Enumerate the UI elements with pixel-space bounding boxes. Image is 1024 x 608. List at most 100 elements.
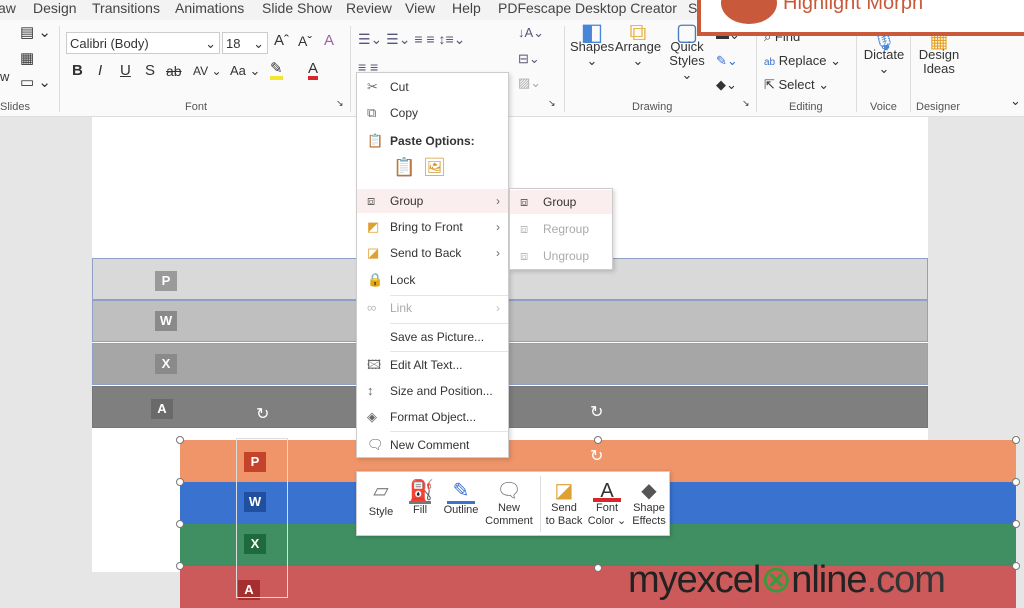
style-button[interactable]: ▱ Style [363,476,399,519]
resize-handle[interactable] [176,520,184,528]
menu-item-bring-to-front[interactable]: ◩ Bring to Front › [357,215,508,239]
shapes-button[interactable]: ◧ Shapes ⌄ [570,21,614,68]
arrange-button[interactable]: ⧉ Arrange ⌄ [614,21,662,68]
tab-slide-show[interactable]: Slide Show [262,0,332,16]
tab-pdfescape[interactable]: PDFescape Desktop Creator [498,0,677,16]
paste-options-label: 📋 Paste Options: [357,129,508,153]
new-slide-partial[interactable]: w [0,70,9,84]
menu-item-edit-alt-text[interactable]: 🖾 Edit Alt Text... [357,353,508,377]
italic-button[interactable]: I [98,63,102,78]
tab-view[interactable]: View [405,0,435,16]
menu-item-lock[interactable]: 🔒 Lock [357,268,508,292]
resize-handle[interactable] [1012,562,1020,570]
select-button[interactable]: ⇱ Select ⌄ [764,78,829,92]
drawing-dialog-launcher-icon[interactable]: ↘ [742,96,750,110]
replace-button[interactable]: ab Replace ⌄ [764,54,841,70]
font-color-button[interactable]: A Font Color ⌄ [587,476,627,528]
watermark-logo: myexcel⊗nline.com [628,559,946,601]
paste-keep-text-icon[interactable]: 📋 [393,157,415,178]
gray-band-word[interactable]: W [92,300,928,342]
shape-effects-icon[interactable]: ◆⌄ [716,78,737,92]
bring-front-icon: ◩ [367,219,380,234]
resize-handle[interactable] [1012,478,1020,486]
highlight-color-icon[interactable]: ✎ [270,61,283,80]
bold-button[interactable]: B [72,63,83,78]
fill-button[interactable]: ⛽ Fill [403,476,437,517]
strikethrough-button[interactable]: ab [166,64,182,78]
section-icon[interactable]: ▭ ⌄ [20,75,51,90]
clear-formatting-icon[interactable]: A [324,33,334,48]
menu-item-copy[interactable]: ⧉ Copy [357,101,508,125]
tab-design[interactable]: Design [33,0,77,16]
submenu-item-ungroup[interactable]: ⧈ Ungroup [510,244,612,268]
send-to-back-button[interactable]: ◪ Send to Back [543,476,585,528]
rotate-handle-icon[interactable]: ↻ [590,446,603,466]
alt-text-icon: 🖾 [367,357,382,372]
shadow-button[interactable]: S [145,63,155,78]
menu-item-save-as-picture[interactable]: Save as Picture... [357,325,508,349]
design-ideas-button[interactable]: ▦ Design Ideas [914,31,964,76]
outline-button[interactable]: ✎ Outline [441,476,481,517]
shape-effects-button[interactable]: ◆ Shape Effects [629,476,669,528]
char-spacing-icon[interactable]: AV ⌄ [193,64,222,78]
menu-item-format-object[interactable]: ◈ Format Object... [357,405,508,429]
rotate-handle-icon[interactable]: ↻ [590,402,603,422]
font-dialog-launcher-icon[interactable]: ↘ [336,96,344,110]
reset-icon[interactable]: ▦ [20,51,34,66]
change-case-icon[interactable]: Aa ⌄ [230,64,260,78]
tab-more[interactable]: S [688,0,697,16]
menu-item-send-to-back[interactable]: ◪ Send to Back › [357,241,508,265]
title-overlay: Highlight Morph [697,0,1024,36]
paste-picture-icon[interactable]: 🖼 [423,157,446,178]
collapse-ribbon-icon[interactable]: ⌄ [1010,94,1021,108]
word-icon: W [155,311,177,331]
underline-button[interactable]: U [120,63,131,78]
mini-toolbar: ▱ Style ⛽ Fill ✎ Outline 🗨 New Comment ◪ Send t… [356,471,670,536]
resize-handle[interactable] [594,436,602,444]
icon-selection-box[interactable] [236,438,288,598]
resize-handle[interactable] [176,478,184,486]
menu-item-new-comment[interactable]: 🗨 New Comment [357,433,508,457]
font-name-select[interactable]: Calibri (Body) ⌄ [66,32,220,54]
scissors-icon: ✂ [367,79,378,94]
tab-draw[interactable]: aw [0,0,16,16]
font-color-icon: A [593,476,621,502]
paragraph-dialog-launcher-icon[interactable]: ↘ [548,96,556,110]
menu-item-cut[interactable]: ✂ Cut [357,75,508,99]
menu-item-link[interactable]: ∞ Link › [357,296,508,320]
resize-handle[interactable] [1012,520,1020,528]
increase-font-icon[interactable]: Aˆ [274,33,289,48]
group-label-editing: Editing [789,101,823,113]
gray-band-excel[interactable]: X [92,343,928,385]
chevron-right-icon: › [496,246,500,260]
menu-item-size-and-position[interactable]: ↕ Size and Position... [357,379,508,403]
resize-handle[interactable] [594,564,602,572]
rotate-handle-icon[interactable]: ↻ [256,404,269,424]
tab-transitions[interactable]: Transitions [92,0,160,16]
smartart-icon[interactable]: ▨⌄ [518,76,541,90]
text-direction-icon[interactable]: ↓A⌄ [518,26,544,40]
submenu-item-regroup[interactable]: ⧈ Regroup [510,217,612,241]
bullets-icon[interactable]: ☰⌄ ☰⌄ ≡ ≡ ↕≡⌄ [358,32,465,46]
new-comment-button[interactable]: 🗨 New Comment [483,476,535,528]
chevron-right-icon: › [496,220,500,234]
group-label-voice: Voice [870,101,897,113]
font-color-icon[interactable]: A [308,61,319,80]
layout-icon[interactable]: ▤ ⌄ [20,25,51,40]
align-text-icon[interactable]: ⊟⌄ [518,52,540,66]
shape-outline-icon[interactable]: ✎⌄ [716,54,738,68]
group-submenu: ⧈ Group ⧈ Regroup ⧈ Ungroup [509,188,613,270]
resize-handle[interactable] [176,436,184,444]
tab-animations[interactable]: Animations [175,0,244,16]
tab-review[interactable]: Review [346,0,392,16]
tab-help[interactable]: Help [452,0,481,16]
submenu-item-group[interactable]: ⧈ Group [510,190,612,214]
gray-band-access[interactable]: A [92,386,928,428]
dictate-button[interactable]: 🎙 Dictate ⌄ [860,31,908,76]
menu-item-group[interactable]: ⧈ Group › [357,189,508,213]
decrease-font-icon[interactable]: Aˇ [298,34,312,48]
resize-handle[interactable] [1012,436,1020,444]
clipboard-icon: 📋 [367,133,384,148]
font-size-select[interactable]: 18 ⌄ [222,32,268,54]
resize-handle[interactable] [176,562,184,570]
